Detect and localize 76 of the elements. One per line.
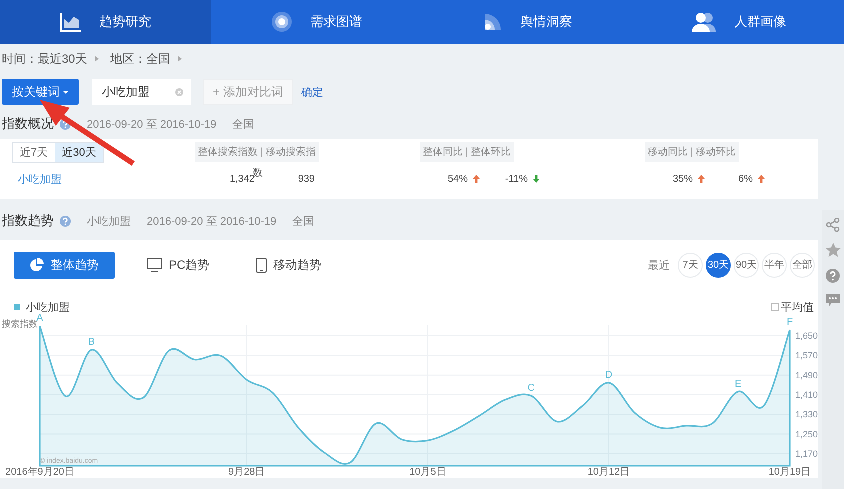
index-value: 6% — [738, 174, 753, 184]
up-arrow-icon — [758, 175, 765, 183]
y-tick-label: 1,170 — [795, 448, 818, 459]
help-icon[interactable] — [60, 216, 71, 226]
range-option[interactable]: 30天 — [706, 252, 731, 278]
up-arrow-icon — [698, 175, 705, 183]
keyword-mode-button[interactable]: 按关键词 — [2, 79, 79, 105]
index-value: -11% — [505, 174, 528, 184]
users-icon — [690, 12, 716, 32]
pie-chart-icon — [30, 258, 44, 272]
section-title: 指数概况 — [2, 115, 54, 133]
date-range: 2016-09-20 至 2016-10-19 — [87, 118, 217, 132]
range-option[interactable]: 全部 — [790, 252, 815, 278]
target-icon — [270, 11, 292, 33]
column-header: 移动同比 | 移动环比 — [645, 142, 740, 162]
confirm-link[interactable]: 确定 — [301, 84, 324, 100]
y-tick-label: 1,570 — [795, 350, 818, 361]
area-chart-icon — [60, 12, 82, 32]
y-tick-label: 1,650 — [795, 331, 818, 342]
nav-tab[interactable]: 需求图谱 — [211, 0, 422, 44]
comment-icon[interactable] — [826, 294, 840, 307]
range-option[interactable]: 半年 — [762, 252, 787, 278]
phone-icon — [256, 258, 267, 273]
legend-label: 小吃加盟 — [26, 300, 70, 314]
caret-icon — [63, 90, 69, 96]
nav-tab[interactable]: 趋势研究 — [0, 0, 211, 44]
average-checkbox[interactable]: 平均值 — [771, 300, 814, 315]
region-label: 全国 — [232, 118, 255, 132]
share-icon[interactable] — [826, 218, 840, 232]
x-tick-label: 9月28日 — [228, 467, 266, 478]
x-tick-label: 10月19日 — [768, 467, 812, 478]
point-marker: C — [528, 383, 535, 394]
point-marker: D — [605, 370, 613, 381]
y-tick-label: 1,490 — [795, 370, 818, 380]
trend-tab[interactable]: PC趋势 — [133, 252, 224, 279]
date-range: 2016-09-20 至 2016-10-19 — [147, 214, 277, 228]
range-label: 最近 — [648, 258, 670, 273]
point-marker: A — [36, 313, 44, 324]
keyword-link[interactable]: 小吃加盟 — [12, 172, 195, 186]
column-header: 整体同比 | 整体环比 — [420, 142, 514, 162]
filter-label[interactable]: 地区：全国 — [110, 50, 170, 68]
region-label: 全国 — [292, 214, 315, 228]
point-marker: F — [786, 317, 794, 328]
trend-tab[interactable]: 移动趋势 — [242, 252, 336, 279]
point-marker: E — [734, 378, 742, 390]
index-value: 1,342 — [230, 174, 255, 184]
y-tick-label: 1,410 — [795, 390, 818, 400]
range-option[interactable]: 7天 — [678, 252, 703, 278]
star-icon[interactable] — [826, 243, 840, 258]
nav-tab[interactable]: 舆情洞察 — [422, 0, 633, 44]
up-arrow-icon — [473, 175, 480, 183]
index-value: 54% — [448, 174, 468, 184]
section-title: 指数趋势 — [2, 212, 54, 230]
column-header-overflow: 数 — [253, 166, 263, 178]
keyword-label: 小吃加盟 — [87, 214, 131, 228]
trend-tab[interactable]: 整体趋势 — [14, 252, 115, 279]
filter-label[interactable]: 时间：最近30天 — [2, 50, 88, 68]
nav-tab[interactable]: 人群画像 — [633, 0, 844, 44]
index-value: 939 — [298, 174, 315, 184]
help-icon[interactable] — [826, 269, 840, 283]
x-tick-label: 10月12日 — [588, 467, 630, 478]
x-tick-label: 10月5日 — [410, 467, 446, 478]
y-tick-label: 1,330 — [795, 410, 818, 420]
down-arrow-icon — [533, 175, 540, 183]
signal-icon — [482, 12, 502, 32]
y-tick-label: 1,250 — [795, 429, 818, 440]
index-value: 35% — [672, 174, 693, 184]
clear-icon[interactable] — [175, 88, 184, 96]
point-marker: B — [88, 337, 96, 348]
monitor-icon — [147, 258, 162, 272]
period-tab[interactable]: 近30天 — [55, 142, 104, 162]
axis-title: 搜索指数 — [2, 319, 38, 329]
keyword-field[interactable]: 小吃加盟 — [92, 79, 191, 105]
column-header: 整体搜索指数 | 移动搜索指 — [195, 142, 320, 162]
x-tick-label: 2016年9月20日 — [6, 467, 74, 478]
range-option[interactable]: 90天 — [734, 252, 759, 278]
